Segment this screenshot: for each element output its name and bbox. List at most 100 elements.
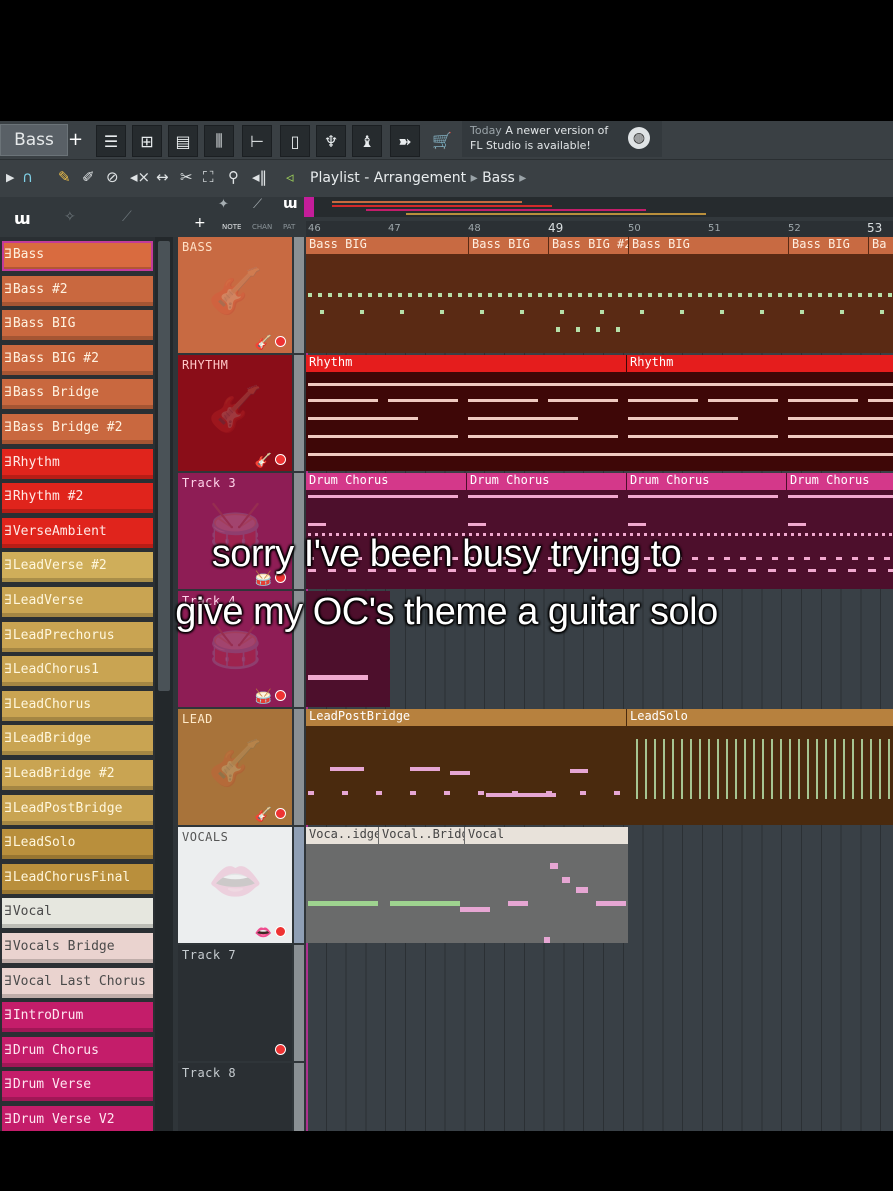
automation-clip-icon[interactable]: ⟋ (253, 197, 262, 212)
record-arm-button[interactable] (275, 808, 286, 819)
pattern-item[interactable]: ∃LeadChorusFinal (2, 863, 153, 894)
clip[interactable]: Voca..idge (306, 827, 378, 943)
pattern-title[interactable]: Bass (482, 170, 515, 186)
pattern-item[interactable]: ∃Bass (2, 241, 153, 271)
track-header[interactable]: RHYTHM 🎸 🎸 (178, 355, 292, 471)
pattern-scrollbar[interactable] (155, 237, 173, 1131)
clip[interactable]: Vocal..Bridg (378, 827, 464, 943)
record-arm-button[interactable] (275, 926, 286, 937)
pattern-item[interactable]: ∃Vocals Bridge (2, 933, 153, 963)
guitar-watermark-icon: 🎸 (208, 738, 263, 789)
pattern-item[interactable]: ∃Vocal (2, 898, 153, 929)
track-mute-strip[interactable] (294, 237, 304, 353)
track-mute-strip[interactable] (294, 827, 304, 943)
playhead-marker[interactable] (304, 197, 314, 217)
pattern-item[interactable]: ∃LeadChorus (2, 690, 153, 721)
track-mute-strip[interactable] (294, 945, 304, 1061)
pattern-item[interactable]: ∃Drum Verse V2 (2, 1106, 153, 1131)
waveform-icon[interactable]: ✧ (64, 209, 76, 225)
globe-icon[interactable]: ◍ (628, 127, 650, 149)
add-pattern-button[interactable]: + (68, 129, 83, 150)
track-mute-strip[interactable] (294, 1063, 304, 1131)
track-header[interactable]: Track 7 (178, 945, 292, 1061)
piano-keys-icon[interactable]: ɯ (14, 209, 31, 228)
bar-number: 52 (788, 223, 801, 234)
pattern-item[interactable]: ∃Bass #2 (2, 275, 153, 306)
track-name[interactable]: BASS (182, 240, 288, 254)
pattern-item[interactable]: ∃Drum Chorus (2, 1036, 153, 1067)
mute-tool-icon[interactable]: ◂× (130, 168, 150, 186)
playback-icon[interactable]: ◂‖ (252, 168, 267, 186)
pattern-item[interactable]: ∃Bass Bridge (2, 379, 153, 410)
track-header[interactable]: Track 8 (178, 1063, 292, 1131)
guitar-icon[interactable]: 🎸 (255, 335, 272, 351)
guitar-icon[interactable]: 🎸 (255, 453, 272, 469)
channel-rack-icon[interactable]: ▤ (168, 125, 198, 157)
track-name[interactable]: LEAD (182, 712, 288, 726)
track-name[interactable]: RHYTHM (182, 358, 288, 372)
record-arm-button[interactable] (275, 1044, 286, 1055)
slip-icon[interactable]: ↔ (156, 168, 169, 186)
speaker-icon[interactable]: ◃ (286, 168, 294, 186)
track-name[interactable]: Track 8 (182, 1066, 288, 1080)
pattern-item[interactable]: ∃Rhythm (2, 448, 153, 479)
note-filter-tab[interactable]: NOTE (222, 223, 241, 231)
pencil-icon[interactable]: ✎ (58, 168, 71, 186)
record-arm-button[interactable] (275, 454, 286, 465)
pattern-item[interactable]: ∃Bass BIG #2 (2, 344, 153, 375)
pattern-selector[interactable]: Bass (0, 124, 68, 156)
track-name[interactable]: Track 3 (182, 476, 288, 490)
pattern-item[interactable]: ∃Bass Bridge #2 (2, 414, 153, 444)
paint-icon[interactable]: ✐ (82, 168, 95, 186)
pattern-filter-tab[interactable]: PAT (283, 223, 295, 231)
record-arm-button[interactable] (275, 690, 286, 701)
track-header[interactable]: BASS 🎸 🎸 (178, 237, 292, 353)
add-track-button[interactable]: + (194, 215, 206, 231)
automation-icon[interactable]: ⟋ (122, 209, 132, 225)
track-header[interactable]: VOCALS 👄 👄 (178, 827, 292, 943)
track-header[interactable]: LEAD 🎸 🎸 (178, 709, 292, 825)
playlist-grid[interactable]: Bass BIG Bass BIG Bass BIG #2 Bass BIG B… (306, 237, 893, 1131)
pattern-item[interactable]: ∃LeadChorus1 (2, 656, 153, 687)
guitar-icon[interactable]: 🎸 (255, 807, 272, 823)
drum-icon[interactable]: 🥁 (255, 689, 272, 705)
pattern-item[interactable]: ∃IntroDrum (2, 1002, 153, 1033)
pattern-item[interactable]: ∃LeadSolo (2, 829, 153, 860)
file-icon[interactable]: ▯ (280, 125, 310, 157)
select-icon[interactable]: ⛶ (203, 168, 214, 186)
menu-arrow-icon[interactable]: ▶ (6, 171, 14, 184)
tempo-icon[interactable]: ♝ (352, 125, 382, 157)
audio-clip-icon[interactable]: ✦ (218, 197, 229, 212)
delete-icon[interactable]: ⊘ (106, 168, 119, 186)
channel-filter-tab[interactable]: CHAN (252, 223, 272, 231)
piano-roll-icon[interactable]: ⊞ (132, 125, 162, 157)
track-mute-strip[interactable] (294, 709, 304, 825)
pattern-item[interactable]: ∃LeadBridge (2, 725, 153, 756)
track-name[interactable]: Track 7 (182, 948, 288, 962)
track-mute-strip[interactable] (294, 355, 304, 471)
playlist-icon[interactable]: ☰ (96, 125, 126, 157)
timeline-ruler[interactable]: 46 47 48 49 50 51 52 53 (306, 221, 893, 237)
lips-icon[interactable]: 👄 (255, 925, 272, 941)
pattern-item[interactable]: ∃Bass BIG (2, 310, 153, 341)
main-toolbar: Bass + ☰ ⊞ ▤ ⫼ ⊢ ▯ ♆ ♝ ➽ 🛒 Today A newer… (0, 121, 893, 159)
record-arm-button[interactable] (275, 336, 286, 347)
pattern-icon: ∃ (4, 696, 12, 712)
plugin-icon[interactable]: ♆ (316, 125, 346, 157)
clip[interactable]: Vocal (464, 827, 628, 943)
track-name[interactable]: VOCALS (182, 830, 288, 844)
browser-icon[interactable]: ⊢ (242, 125, 272, 157)
pattern-item[interactable]: ∃Vocal Last Chorus (2, 967, 153, 998)
pattern-item[interactable]: ∃LeadBridge #2 (2, 760, 153, 790)
pattern-item[interactable]: ∃Drum Verse (2, 1071, 153, 1102)
magnet-icon[interactable]: ∩ (22, 168, 33, 186)
mixer-icon[interactable]: ⫼ (204, 125, 234, 157)
shop-icon[interactable]: 🛒 (428, 125, 456, 155)
zoom-icon[interactable]: ⚲ (228, 168, 239, 186)
pattern-item[interactable]: ∃LeadPostBridge (2, 794, 153, 825)
pattern-item[interactable]: ∃Rhythm #2 (2, 483, 153, 514)
song-overview[interactable] (304, 197, 893, 217)
help-icon[interactable]: ➽ (390, 125, 420, 157)
slice-icon[interactable]: ✂ (180, 168, 193, 186)
pattern-clip-icon[interactable]: ɯ (283, 196, 298, 212)
